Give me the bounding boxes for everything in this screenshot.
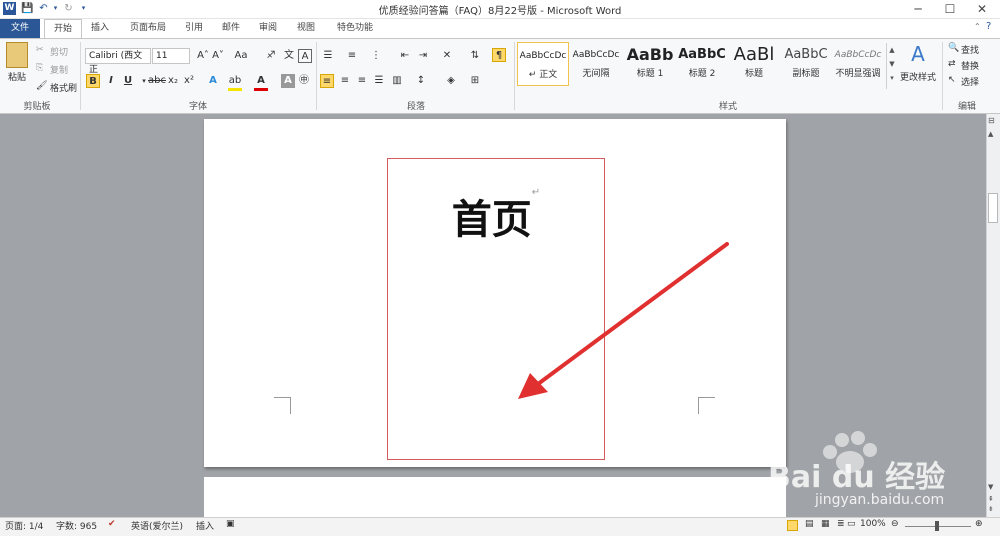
language[interactable]: 英语(爱尔兰) [131,519,183,532]
draft-view-icon[interactable]: ▭ [847,519,856,529]
ruler-toggle-icon[interactable]: ⊟ [988,116,995,125]
watermark-brand: Bai du 经验 [768,460,946,495]
zoom-slider-thumb[interactable] [935,521,939,531]
outline-view-icon[interactable]: ≣ [837,519,845,529]
web-layout-icon[interactable]: ▦ [821,519,830,529]
page-count[interactable]: 页面: 1/4 [5,519,43,532]
zoom-out-icon[interactable]: ⊖ [891,519,899,529]
print-layout-view-icon[interactable] [787,520,798,531]
scroll-down-icon[interactable]: ▼ [988,483,993,491]
macro-record-icon[interactable]: ▣ [226,519,235,529]
next-page-icon[interactable]: ⇟ [988,505,994,513]
full-screen-reading-icon[interactable]: ▤ [805,519,814,529]
zoom-in-icon[interactable]: ⊕ [975,519,983,529]
word-count[interactable]: 字数: 965 [56,519,97,532]
insert-mode[interactable]: 插入 [196,519,214,532]
watermark-url: jingyan.baidu.com [815,492,945,508]
proofing-icon[interactable]: ✔ [108,519,116,529]
zoom-level[interactable]: 100% [860,519,886,529]
scroll-up-icon[interactable]: ▲ [988,130,993,138]
vertical-scrollbar[interactable] [986,114,1000,517]
scroll-thumb[interactable] [988,193,998,223]
previous-page-icon[interactable]: ⇞ [988,495,994,503]
